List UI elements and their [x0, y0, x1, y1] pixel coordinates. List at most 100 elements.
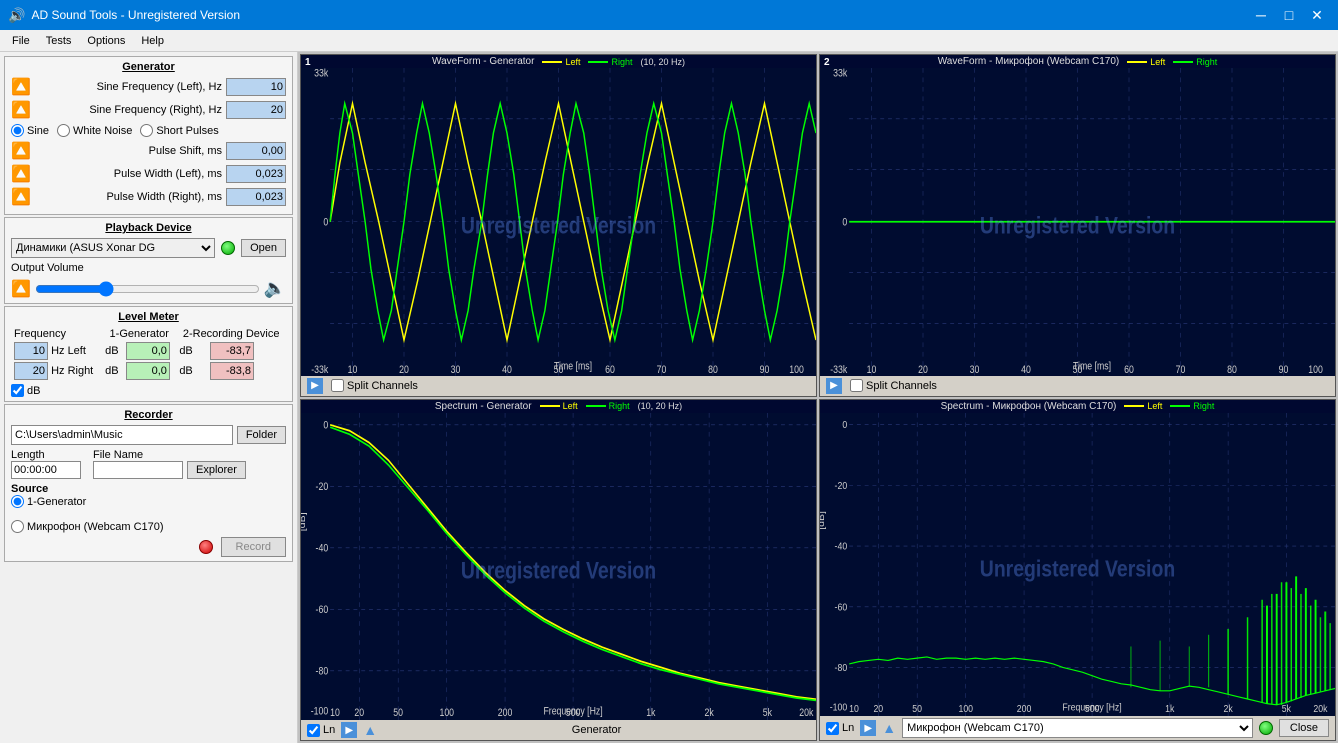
svg-text:10: 10 — [867, 364, 877, 375]
freq-left-label: Sine Frequency (Left), Hz — [35, 81, 222, 93]
spectrum-mic-arrow[interactable]: ▶ — [860, 720, 876, 736]
lm-freq2-input[interactable] — [14, 362, 48, 380]
pulse-width-right-label: Pulse Width (Right), ms — [35, 191, 222, 203]
waveform-gen-arrow[interactable]: ▶ — [307, 378, 323, 394]
svg-text:5k: 5k — [763, 707, 772, 719]
app-title: AD Sound Tools - Unregistered Version — [31, 8, 1248, 22]
length-filename-row: Length File Name Explorer — [11, 449, 286, 479]
radio-short-pulses[interactable]: Short Pulses — [140, 124, 218, 137]
title-bar: 🔊 AD Sound Tools - Unregistered Version … — [0, 0, 1338, 30]
lm-col2-label: 2-Recording Device — [176, 327, 286, 341]
length-input[interactable] — [11, 461, 81, 479]
svg-text:-60: -60 — [835, 601, 848, 613]
maximize-button[interactable]: □ — [1276, 2, 1302, 28]
svg-text:Frequency [Hz]: Frequency [Hz] — [543, 705, 603, 717]
svg-text:-80: -80 — [316, 665, 329, 677]
left-panel: Generator 🔼 Sine Frequency (Left), Hz 🔼 … — [0, 52, 298, 743]
ln-checkbox-1[interactable] — [307, 724, 320, 737]
folder-button[interactable]: Folder — [237, 426, 286, 444]
svg-text:50: 50 — [912, 703, 922, 715]
playback-device-select[interactable]: Динамики (ASUS Xonar DG — [11, 238, 215, 258]
window-controls: ─ □ ✕ — [1248, 2, 1330, 28]
spectrum-gen-device-label: Generator — [383, 724, 810, 736]
filename-input-row: Explorer — [93, 461, 246, 479]
pulse-width-left-input[interactable] — [226, 165, 286, 183]
pulse-width-right-input[interactable] — [226, 188, 286, 206]
open-button[interactable]: Open — [241, 239, 286, 257]
lm-gen1-left-input[interactable] — [126, 342, 170, 360]
minimize-button[interactable]: ─ — [1248, 2, 1274, 28]
close-button[interactable]: Close — [1279, 719, 1329, 737]
menu-options[interactable]: Options — [79, 33, 133, 49]
close-window-button[interactable]: ✕ — [1304, 2, 1330, 28]
explorer-button[interactable]: Explorer — [187, 461, 246, 479]
waveform-mic-panel: 2 WaveForm - Микрофон (Webcam C170) Left… — [819, 54, 1336, 397]
svg-text:-33k: -33k — [830, 364, 847, 375]
lm-gen1-right-input[interactable] — [126, 362, 170, 380]
svg-text:[dB]: [dB] — [820, 511, 827, 530]
spectrum-mic-title-bar: Spectrum - Микрофон (Webcam C170) Left R… — [820, 400, 1335, 413]
pulse-shift-input[interactable] — [226, 142, 286, 160]
ln-checkbox-2[interactable] — [826, 722, 839, 735]
length-group: Length — [11, 449, 81, 479]
lm-rec1-left-input[interactable] — [210, 342, 254, 360]
legend-right-label-2: Right — [1196, 57, 1217, 67]
volume-slider[interactable] — [35, 281, 260, 297]
volume-row: Output Volume — [11, 262, 286, 274]
radio-white-noise[interactable]: White Noise — [57, 124, 132, 137]
svg-text:-40: -40 — [835, 540, 848, 552]
svg-text:100: 100 — [789, 364, 804, 375]
pulse-width-left-row: 🔼 Pulse Width (Left), ms — [11, 164, 286, 184]
pulse-width-right-row: 🔼 Pulse Width (Right), ms — [11, 187, 286, 207]
db-checkbox[interactable] — [11, 384, 24, 397]
ln-check-1[interactable]: Ln — [307, 724, 335, 737]
record-led — [199, 540, 213, 554]
waveform-radio-group: Sine White Noise Short Pulses — [11, 124, 286, 137]
db-label: dB — [27, 385, 40, 397]
freq-left-input[interactable] — [226, 78, 286, 96]
svg-text:80: 80 — [1227, 364, 1237, 375]
freq-right-icon: 🔼 — [11, 100, 31, 120]
speaker-icon: 🔈 — [264, 278, 286, 299]
spectrum-mic-svg: 0 -20 -40 -60 -80 -100 [dB] 10 20 50 100… — [820, 413, 1335, 717]
legend-green-3 — [586, 405, 606, 407]
source-radio-2[interactable]: Микрофон (Webcam C170) — [11, 520, 286, 533]
svg-text:Unregistered Version: Unregistered Version — [980, 212, 1175, 239]
spectrum-mic-bottom: Ln ▶ ▲ Микрофон (Webcam C170) Close — [820, 716, 1335, 740]
waveform-gen-title: WaveForm - Generator — [432, 56, 534, 67]
freq-right-input[interactable] — [226, 101, 286, 119]
menu-help[interactable]: Help — [133, 33, 172, 49]
legend-green-2 — [1173, 61, 1193, 63]
menu-file[interactable]: File — [4, 33, 38, 49]
pulse-width-right-icon: 🔼 — [11, 187, 31, 207]
lm-freq1-input[interactable] — [14, 342, 48, 360]
menu-bar: File Tests Options Help — [0, 30, 1338, 52]
waveform-gen-title-bar: 1 WaveForm - Generator Left Right (10, 2… — [301, 55, 816, 68]
split-channels-2-checkbox[interactable] — [850, 379, 863, 392]
record-button[interactable]: Record — [221, 537, 286, 557]
record-row: Record — [11, 537, 286, 557]
legend-left-1: Left — [542, 57, 580, 67]
spectrum-mic-panel: Spectrum - Микрофон (Webcam C170) Left R… — [819, 399, 1336, 742]
spectrum-device-select[interactable]: Микрофон (Webcam C170) — [902, 718, 1253, 738]
split-channels-2-label[interactable]: Split Channels — [850, 379, 937, 392]
filename-input[interactable] — [93, 461, 183, 479]
split-channels-1-label[interactable]: Split Channels — [331, 379, 418, 392]
radio-sine[interactable]: Sine — [11, 124, 49, 137]
svg-text:50: 50 — [393, 707, 403, 719]
level-meter-title: Level Meter — [11, 311, 286, 323]
split-channels-1-checkbox[interactable] — [331, 379, 344, 392]
svg-text:30: 30 — [970, 364, 980, 375]
source-radio-1[interactable]: 1-Generator — [11, 495, 286, 508]
waveform-mic-arrow[interactable]: ▶ — [826, 378, 842, 394]
lm-rec1-right-input[interactable] — [210, 362, 254, 380]
ln-check-2[interactable]: Ln — [826, 722, 854, 735]
filename-group: File Name Explorer — [93, 449, 246, 479]
legend-right-3: Right — [586, 401, 630, 411]
spectrum-gen-arrow[interactable]: ▶ — [341, 722, 357, 738]
legend-left-4: Left — [1124, 401, 1162, 411]
chart1-num: 1 — [305, 57, 311, 68]
svg-text:70: 70 — [1176, 364, 1186, 375]
folder-path-input[interactable] — [11, 425, 233, 445]
menu-tests[interactable]: Tests — [38, 33, 80, 49]
